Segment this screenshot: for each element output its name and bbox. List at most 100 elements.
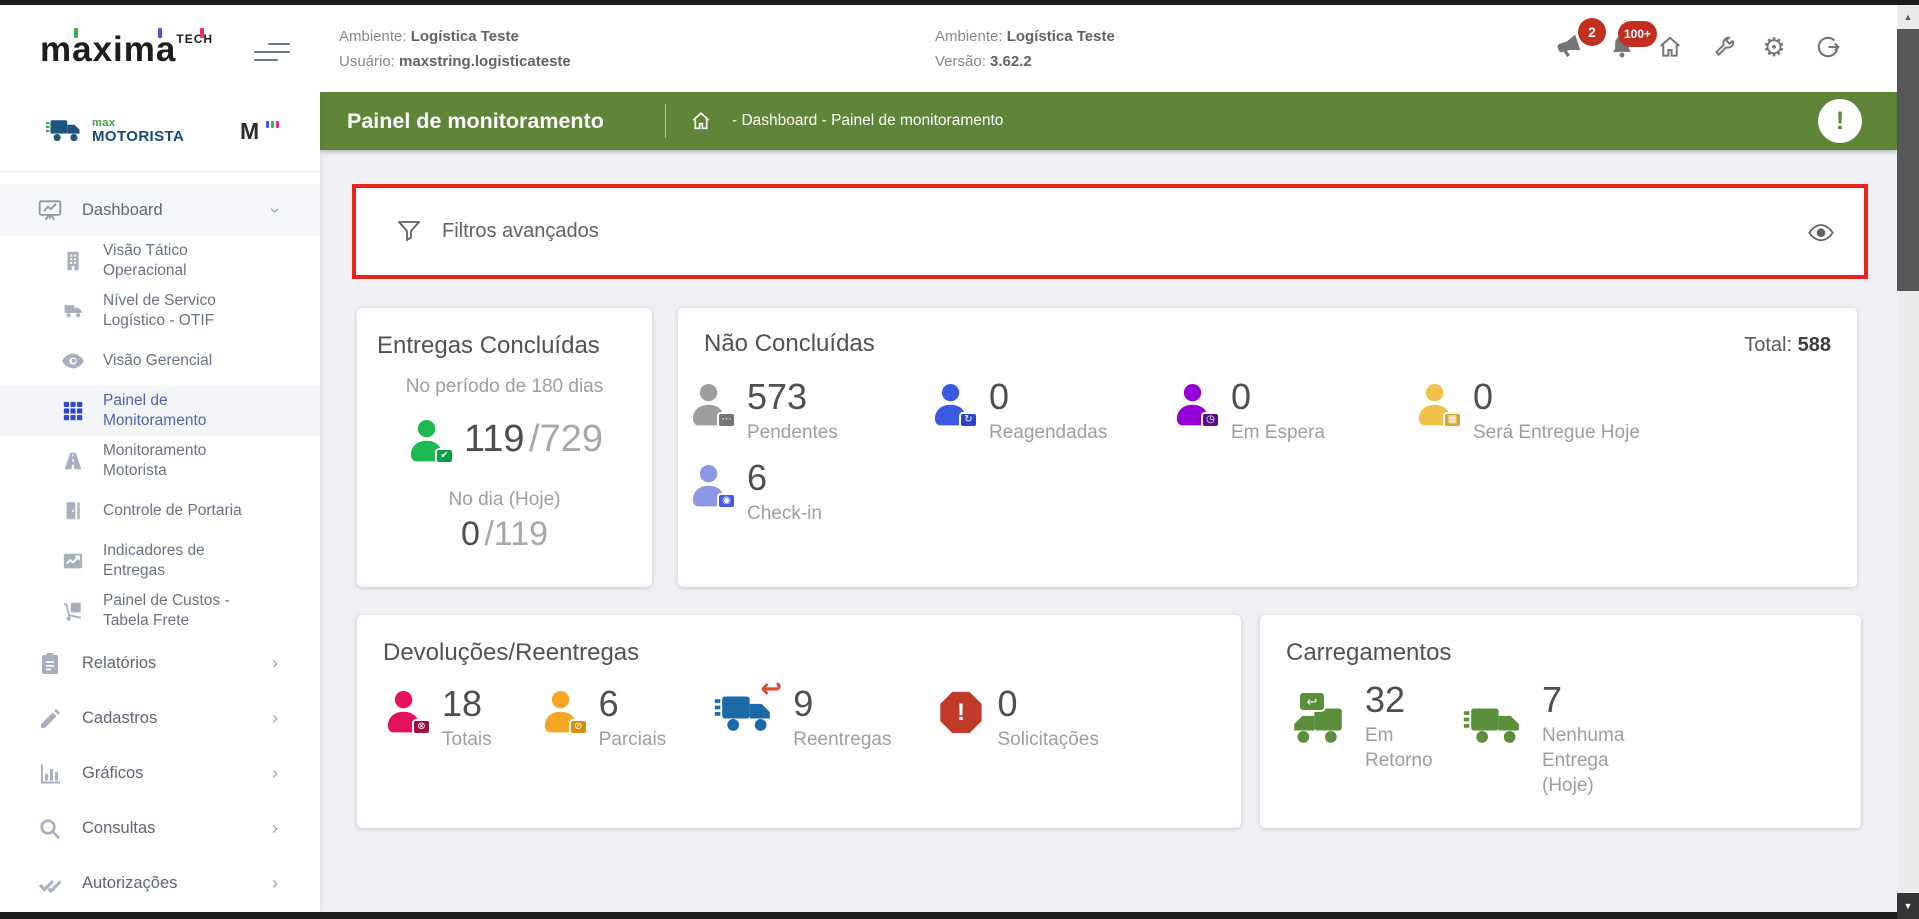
total-value: 588 — [1798, 334, 1831, 356]
grid-icon — [60, 398, 86, 424]
env-value: Logística Teste — [1007, 28, 1115, 45]
return-arrow-icon: ↩ — [760, 673, 782, 704]
stat-label: Reagendadas — [989, 420, 1107, 445]
version-value: 3.62.2 — [990, 53, 1032, 70]
notifications-count-badge: 100+ — [1618, 21, 1657, 47]
motorista-truck-icon — [46, 118, 84, 145]
person-pending-icon: ⋯ — [688, 382, 732, 429]
breadcrumb-home-icon[interactable] — [690, 110, 712, 132]
cancel-badge-icon: ⊗ — [412, 719, 431, 735]
vertical-scrollbar[interactable]: ▲ ▼ — [1897, 5, 1919, 919]
stat-em-retorno: ↩ 32 Em Retorno — [1286, 681, 1449, 798]
stat-label: Parciais — [599, 727, 667, 752]
sidebar-item-indicadores-de-entregas[interactable]: Indicadores de Entregas — [0, 536, 320, 586]
logo-motorista: MOTORISTA — [92, 130, 184, 144]
person-rescheduled-icon: ↻ — [930, 382, 974, 429]
sidebar-item-painel-de-custos[interactable]: Painel de Custos - Tabela Frete — [0, 586, 320, 636]
sidebar-item-consultas[interactable]: Consultas › — [0, 801, 320, 856]
sidebar-item-relatorios[interactable]: Relatórios › — [0, 636, 320, 691]
return-truck-icon: ↩ — [1286, 703, 1350, 749]
sidebar-item-monitoramento-motorista[interactable]: Monitoramento Motorista — [0, 436, 320, 486]
stat-em-espera: ◷ 0 Em Espera — [1172, 378, 1414, 445]
home-icon[interactable] — [1656, 33, 1684, 61]
sidebar-item-label: Painel de Custos - Tabela Frete — [103, 591, 271, 631]
sidebar-item-nivel-servico-otif[interactable]: Nível de Servico Logístico - OTIF — [0, 286, 320, 336]
app-header: maximaTECH Ambiente: Logística Teste Usu… — [0, 5, 1897, 92]
chevron-down-icon: › — [265, 207, 286, 213]
chevron-right-icon: › — [272, 873, 278, 894]
logout-icon[interactable] — [1814, 33, 1842, 61]
card-title: Entregas Concluídas — [377, 332, 632, 360]
card-carregamentos: Carregamentos ↩ 32 Em Retorno 7 Nenhuma … — [1260, 615, 1861, 828]
total-label: Total: — [1744, 334, 1792, 356]
sidebar-item-visao-gerencial[interactable]: Visão Gerencial — [0, 336, 320, 386]
sidebar-item-label: Gráficos — [82, 764, 143, 783]
breadcrumb: - Dashboard - Painel de monitoramento — [732, 92, 1003, 150]
scroll-up-arrow[interactable]: ▲ — [1897, 5, 1919, 29]
filters-title: Filtros avançados — [442, 220, 599, 243]
stat-label: Em Retorno — [1365, 723, 1449, 773]
today-label: No dia (Hoje) — [377, 489, 632, 511]
person-returns-total-icon: ⊗ — [383, 689, 427, 736]
stat-reagendadas: ↻ 0 Reagendadas — [930, 378, 1172, 445]
card-title: Devoluções/Reentregas — [383, 639, 1215, 667]
sidebar-item-painel-de-monitoramento[interactable]: Painel de Monitoramento — [0, 386, 320, 436]
stat-label: Reentregas — [793, 727, 891, 752]
sidebar-item-label: Controle de Portaria — [103, 501, 271, 521]
stat-parciais: ⊘ 6 Parciais — [540, 685, 667, 752]
sidebar-toggle-hamburger-icon[interactable] — [254, 43, 292, 63]
door-icon — [60, 498, 86, 524]
stat-label: Totais — [442, 727, 492, 752]
stat-value: 6 — [599, 685, 667, 723]
stat-value: 7 — [1542, 681, 1654, 719]
sidebar-item-label: Painel de Monitoramento — [103, 391, 271, 431]
bar-chart-icon — [37, 761, 63, 787]
advanced-filters-panel[interactable]: Filtros avançados — [352, 184, 1868, 279]
alert-button[interactable]: ! — [1818, 99, 1862, 143]
stat-label: Em Espera — [1231, 420, 1325, 445]
person-waiting-icon: ◷ — [1172, 382, 1216, 429]
titlebar-divider — [665, 104, 666, 138]
maxmotorista-logo: max MOTORISTA M — [0, 92, 320, 172]
sidebar-item-controle-de-portaria[interactable]: Controle de Portaria — [0, 486, 320, 536]
card-title: Carregamentos — [1286, 639, 1835, 667]
period-label: No período de 180 dias — [377, 376, 632, 398]
sidebar-item-dashboard[interactable]: Dashboard › — [0, 184, 320, 236]
window-bottom-border — [0, 912, 1897, 919]
sidebar-item-graficos[interactable]: Gráficos › — [0, 746, 320, 801]
pencil-icon — [37, 706, 63, 732]
sidebar-item-autorizacoes[interactable]: Autorizações › — [0, 856, 320, 911]
clock-badge-icon: ◷ — [1201, 412, 1220, 428]
scrollbar-thumb[interactable] — [1897, 29, 1919, 291]
alert-octagon-icon: ! — [939, 691, 982, 734]
delivery-truck-icon — [1463, 703, 1527, 749]
stat-pendentes: ⋯ 573 Pendentes — [688, 378, 930, 445]
sidebar-item-visao-tatico-operacional[interactable]: Visão Tático Operacional — [0, 236, 320, 286]
sidebar-item-label: Relatórios — [82, 654, 156, 673]
app-window: maximaTECH Ambiente: Logística Teste Usu… — [0, 0, 1919, 919]
tools-wrench-icon[interactable] — [1710, 33, 1738, 61]
mini-tick-blue — [266, 121, 269, 128]
dolly-icon — [60, 598, 86, 624]
main-content: Filtros avançados Entregas Concluídas No… — [320, 150, 1897, 912]
sidebar-item-label: Visão Gerencial — [103, 351, 271, 371]
filter-funnel-icon — [398, 221, 420, 243]
double-check-icon — [37, 871, 63, 897]
check-badge-icon: ✔ — [435, 448, 454, 464]
location-pin-badge-icon: ◉ — [717, 493, 736, 509]
card-nao-concluidas: Não Concluídas Total: 588 ⋯ 573 Pendente… — [678, 308, 1857, 587]
window-top-border — [0, 0, 1919, 5]
person-checkin-icon: ◉ — [688, 463, 732, 510]
settings-gear-icon[interactable]: ⚙ — [1760, 33, 1788, 61]
person-delivered-icon: ✔ — [406, 418, 450, 465]
stat-label: Solicitações — [997, 727, 1098, 752]
today-value: 0 — [461, 515, 480, 553]
filters-visibility-eye-icon[interactable] — [1808, 224, 1834, 244]
ellipsis-badge-icon: ⋯ — [717, 412, 736, 428]
version-label: Versão: — [935, 53, 986, 70]
sidebar-item-cadastros[interactable]: Cadastros › — [0, 691, 320, 746]
mini-logo: M — [240, 118, 259, 145]
period-total: /729 — [529, 418, 603, 460]
scroll-down-arrow[interactable]: ▼ — [1897, 893, 1919, 919]
logo-tick-pink — [200, 28, 204, 38]
